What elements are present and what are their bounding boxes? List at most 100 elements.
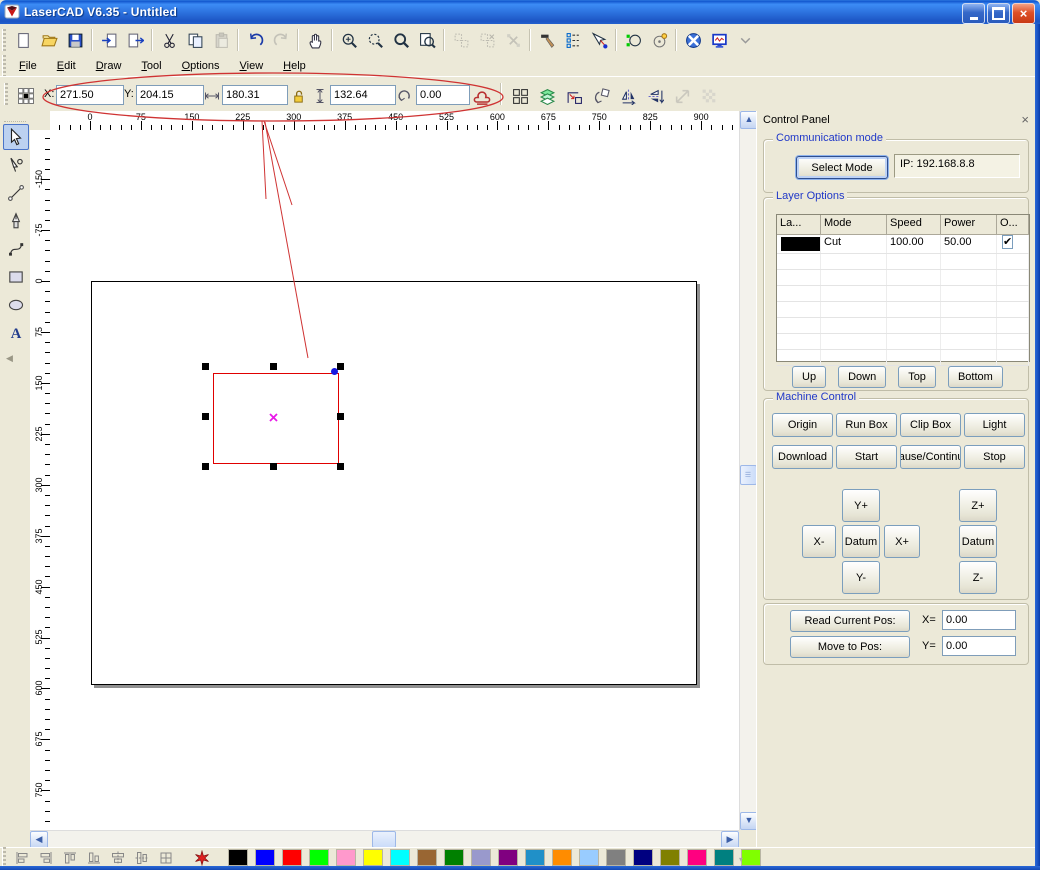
horizontal-scroll-thumb[interactable] [372,831,396,848]
vertical-scroll-thumb[interactable]: ☰ [740,465,757,485]
zoom-all-icon[interactable] [388,27,414,53]
hammer-icon[interactable] [534,27,560,53]
angle-input[interactable] [416,85,470,105]
stop-button[interactable]: Stop [964,445,1025,469]
layer-col-header[interactable]: Power [941,215,997,234]
palette-swatch[interactable] [525,849,545,866]
mirror-h-icon[interactable] [616,84,640,108]
tool-node-edit[interactable] [3,152,29,178]
lock-ratio-icon[interactable] [286,84,310,108]
selection-handle[interactable] [202,363,209,370]
palette-swatch[interactable] [552,849,572,866]
menu-file[interactable]: File [10,58,46,74]
palette-swatch[interactable] [363,849,383,866]
export-icon[interactable] [122,27,148,53]
pause-continue-button[interactable]: Pause/Continue [900,445,961,469]
save-icon[interactable] [62,27,88,53]
layer-bottom-button[interactable]: Bottom [948,366,1003,388]
start-point-node[interactable] [331,368,338,375]
palette-swatch[interactable] [309,849,329,866]
origin-button[interactable]: Origin [772,413,833,437]
palette-swatch[interactable] [471,849,491,866]
selection-handle[interactable] [202,413,209,420]
layer-mode[interactable]: Cut [821,235,887,253]
layer-table[interactable]: La...ModeSpeedPowerO...Cut100.0050.00✔ [776,214,1030,362]
node-list-icon[interactable] [560,27,586,53]
new-icon[interactable] [10,27,36,53]
y-pos-input[interactable] [942,636,1016,656]
palette-swatch[interactable] [687,849,707,866]
palette-swatch[interactable] [282,849,302,866]
layer-row[interactable]: Cut100.0050.00✔ [777,235,1029,254]
layer-color-swatch[interactable] [781,237,821,251]
rotate-copy-icon[interactable] [589,84,613,108]
zoom-page-icon[interactable] [414,27,440,53]
copy-icon[interactable] [182,27,208,53]
control-panel-close-icon[interactable]: × [1021,113,1029,126]
layer-top-button[interactable]: Top [898,366,936,388]
palette-swatch[interactable] [579,849,599,866]
selection-handle[interactable] [337,363,344,370]
height-input[interactable] [330,85,396,105]
palette-swatch[interactable] [228,849,248,866]
jog-y-minus-button[interactable]: Y- [842,561,880,594]
anchor-grid-icon[interactable] [14,84,38,108]
circle-node-icon[interactable] [620,27,646,53]
palette-swatch[interactable] [714,849,734,866]
datum-z-button[interactable]: Datum [959,525,997,558]
palette-swatch[interactable] [336,849,356,866]
selection-handle[interactable] [337,413,344,420]
layer-col-header[interactable]: O... [997,215,1029,234]
x-pos-input[interactable] [942,610,1016,630]
layer-up-button[interactable]: Up [792,366,826,388]
jog-x-plus-button[interactable]: X+ [884,525,920,558]
clip-box-button[interactable]: Clip Box [900,413,961,437]
jog-y-plus-button[interactable]: Y+ [842,489,880,522]
overflow-icon[interactable] [732,27,758,53]
tools-expander-icon[interactable]: ◀ [6,353,13,364]
horizontal-scrollbar[interactable]: ◀ ▶ [30,830,739,848]
palette-swatch[interactable] [741,849,761,866]
open-icon[interactable] [36,27,62,53]
star-icon[interactable] [190,849,214,867]
menu-edit[interactable]: Edit [48,58,85,74]
layer-speed[interactable]: 100.00 [887,235,941,253]
select-mode-button[interactable]: Select Mode [796,156,888,179]
tool-bezier[interactable] [3,236,29,262]
maximize-button[interactable] [987,3,1010,24]
x-position-input[interactable] [56,85,124,105]
tool-pen[interactable] [3,208,29,234]
palette-swatch[interactable] [255,849,275,866]
selection-handle[interactable] [270,463,277,470]
minimize-button[interactable] [962,3,985,24]
layer-col-header[interactable]: La... [777,215,821,234]
palette-swatch[interactable] [660,849,680,866]
datum-xy-button[interactable]: Datum [842,525,880,558]
pick-node-icon[interactable] [586,27,612,53]
menu-help[interactable]: Help [274,58,315,74]
light-button[interactable]: Light [964,413,1025,437]
download-button[interactable]: Download [772,445,833,469]
read-current-pos-button[interactable]: Read Current Pos: [790,610,910,632]
start-button[interactable]: Start [836,445,897,469]
palette-swatch[interactable] [390,849,410,866]
menu-draw[interactable]: Draw [87,58,131,74]
width-input[interactable] [222,85,288,105]
pan-icon[interactable] [302,27,328,53]
cut-icon[interactable] [156,27,182,53]
palette-swatch[interactable] [417,849,437,866]
layer-down-button[interactable]: Down [838,366,886,388]
layer-order-icon[interactable] [535,84,559,108]
globe-icon[interactable] [680,27,706,53]
menu-tool[interactable]: Tool [132,58,170,74]
circle-rotate-icon[interactable] [646,27,672,53]
layer-power[interactable]: 50.00 [941,235,997,253]
mirror-v-icon[interactable] [643,84,667,108]
menu-view[interactable]: View [231,58,273,74]
menu-options[interactable]: Options [173,58,229,74]
corner-align-icon[interactable] [562,84,586,108]
tool-select[interactable] [3,124,29,150]
quad-icon[interactable] [508,84,532,108]
jog-z-minus-button[interactable]: Z- [959,561,997,594]
tool-text[interactable]: A [3,320,29,346]
